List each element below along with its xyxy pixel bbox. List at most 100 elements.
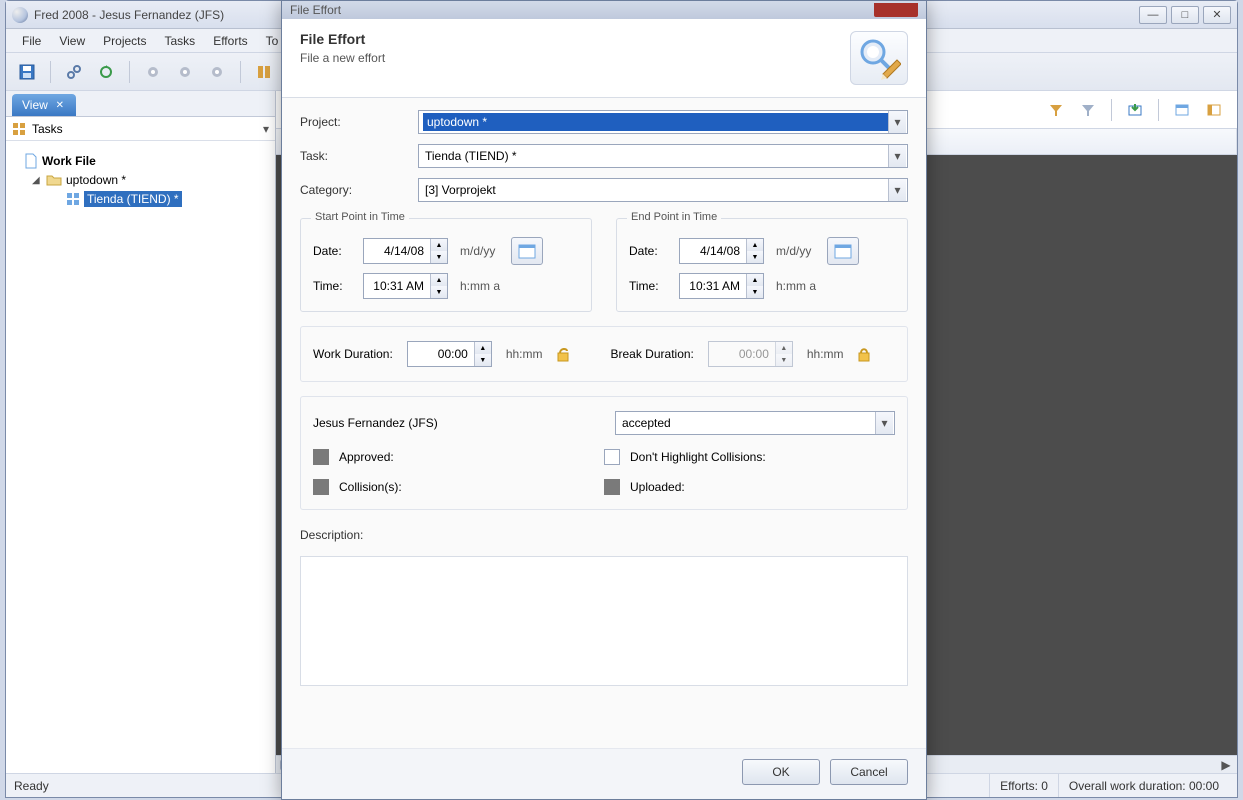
dialog-window-title: File Effort <box>290 3 341 17</box>
refresh-icon[interactable] <box>93 59 119 85</box>
end-date-label: Date: <box>629 244 671 258</box>
category-value: [3] Vorprojekt <box>425 183 888 197</box>
task-icon <box>66 192 80 206</box>
gear2-icon[interactable] <box>172 59 198 85</box>
tasks-header[interactable]: Tasks ▾ <box>6 117 275 141</box>
spin-up-icon[interactable]: ▲ <box>475 342 491 354</box>
calendar-icon[interactable] <box>511 237 543 265</box>
layout1-icon[interactable] <box>251 59 277 85</box>
filter1-icon[interactable] <box>1043 97 1069 123</box>
spin-down-icon[interactable]: ▼ <box>431 251 447 263</box>
minimize-button[interactable]: — <box>1139 6 1167 24</box>
checkbox-box[interactable] <box>604 449 620 465</box>
end-date-input[interactable] <box>680 239 746 263</box>
chevron-down-icon[interactable]: ▾ <box>263 122 269 136</box>
panel-icon[interactable] <box>1169 97 1195 123</box>
menu-file[interactable]: File <box>14 31 49 51</box>
ok-button[interactable]: OK <box>742 759 820 785</box>
spin-down-icon[interactable]: ▼ <box>475 354 491 366</box>
tab-close-icon[interactable]: ✕ <box>54 99 66 111</box>
tasks-label: Tasks <box>32 122 63 136</box>
start-date-spinner[interactable]: ▲▼ <box>363 238 448 264</box>
task-value: Tienda (TIEND) * <box>425 149 888 163</box>
spin-up-icon[interactable]: ▲ <box>747 239 763 251</box>
project-value: uptodown * <box>423 113 890 131</box>
close-button[interactable]: ✕ <box>1203 6 1231 24</box>
work-duration-input[interactable] <box>408 342 474 366</box>
gear3-icon[interactable] <box>204 59 230 85</box>
end-legend: End Point in Time <box>627 211 721 223</box>
spin-down-icon[interactable]: ▼ <box>747 286 763 298</box>
spin-down-icon[interactable]: ▼ <box>431 286 447 298</box>
start-time-spinner[interactable]: ▲▼ <box>363 273 448 299</box>
project-combo[interactable]: uptodown * ▾ <box>418 110 908 134</box>
work-duration-spinner[interactable]: ▲▼ <box>407 341 492 367</box>
task-combo[interactable]: Tienda (TIEND) * ▾ <box>418 144 908 168</box>
indicator-box <box>313 479 329 495</box>
end-time-spinner[interactable]: ▲▼ <box>679 273 764 299</box>
date-hint: m/d/yy <box>460 244 495 258</box>
file-tree: Work File ◢ uptodown * Tienda (TIEND) * <box>6 141 275 773</box>
grid-icon <box>12 122 26 136</box>
view-tab-bar: View ✕ <box>6 91 275 117</box>
end-time-input[interactable] <box>680 274 746 298</box>
start-time-label: Time: <box>313 279 355 293</box>
spin-up-icon[interactable]: ▲ <box>431 239 447 251</box>
gear1-icon[interactable] <box>140 59 166 85</box>
project-label: Project: <box>300 115 418 129</box>
date-hint: m/d/yy <box>776 244 811 258</box>
calendar-icon[interactable] <box>827 237 859 265</box>
left-pane: View ✕ Tasks ▾ Work File ◢ <box>6 91 276 773</box>
magnifier-pencil-icon <box>850 31 908 85</box>
folder-icon <box>46 174 62 186</box>
chevron-down-icon[interactable]: ▾ <box>888 145 906 167</box>
cancel-button[interactable]: Cancel <box>830 759 908 785</box>
dialog-titlebar[interactable]: File Effort <box>282 1 926 19</box>
dialog-subtitle: File a new effort <box>300 51 385 65</box>
chevron-down-icon[interactable]: ▾ <box>875 412 893 434</box>
status-combo[interactable]: accepted ▾ <box>615 411 895 435</box>
scroll-right-icon[interactable]: ▶ <box>1219 758 1233 772</box>
menu-projects[interactable]: Projects <box>95 31 154 51</box>
start-date-input[interactable] <box>364 239 430 263</box>
description-textarea[interactable] <box>300 556 908 686</box>
highlight-checkbox[interactable]: Don't Highlight Collisions: <box>604 449 895 465</box>
panel2-icon[interactable] <box>1201 97 1227 123</box>
save-icon[interactable] <box>14 59 40 85</box>
menu-tasks[interactable]: Tasks <box>157 31 204 51</box>
lock-icon[interactable] <box>854 344 874 364</box>
collapse-icon[interactable]: ◢ <box>32 175 42 186</box>
dialog-close-button[interactable] <box>874 3 918 17</box>
dialog-buttons: OK Cancel <box>282 748 926 799</box>
tree-task[interactable]: Tienda (TIEND) * <box>12 189 269 209</box>
dialog-title: File Effort <box>300 31 385 47</box>
menu-view[interactable]: View <box>51 31 93 51</box>
category-combo[interactable]: [3] Vorprojekt ▾ <box>418 178 908 202</box>
end-time-label: Time: <box>629 279 671 293</box>
spin-up-icon[interactable]: ▲ <box>431 274 447 286</box>
spin-up-icon[interactable]: ▲ <box>747 274 763 286</box>
tree-root[interactable]: Work File <box>12 151 269 171</box>
dur-hint: hh:mm <box>506 347 543 361</box>
spin-down-icon[interactable]: ▼ <box>747 251 763 263</box>
chevron-down-icon[interactable]: ▾ <box>888 179 906 201</box>
uploaded-label: Uploaded: <box>630 480 685 494</box>
filter2-icon[interactable] <box>1075 97 1101 123</box>
start-date-label: Date: <box>313 244 355 258</box>
end-date-spinner[interactable]: ▲▼ <box>679 238 764 264</box>
view-tab[interactable]: View ✕ <box>12 94 76 116</box>
start-time-group: Start Point in Time Date: ▲▼ m/d/yy Time… <box>300 218 592 312</box>
unlock-icon[interactable] <box>553 344 573 364</box>
start-time-input[interactable] <box>364 274 430 298</box>
import-icon[interactable] <box>1122 97 1148 123</box>
status-group: Jesus Fernandez (JFS) accepted ▾ Approve… <box>300 396 908 510</box>
status-efforts: Efforts: 0 <box>989 774 1058 797</box>
time-hint: h:mm a <box>776 279 816 293</box>
chevron-down-icon[interactable]: ▾ <box>888 111 906 133</box>
menu-efforts[interactable]: Efforts <box>205 31 255 51</box>
tree-project[interactable]: ◢ uptodown * <box>12 171 269 189</box>
description-label: Description: <box>300 528 908 542</box>
break-duration-spinner[interactable]: ▲▼ <box>708 341 793 367</box>
link-icon[interactable] <box>61 59 87 85</box>
maximize-button[interactable]: □ <box>1171 6 1199 24</box>
